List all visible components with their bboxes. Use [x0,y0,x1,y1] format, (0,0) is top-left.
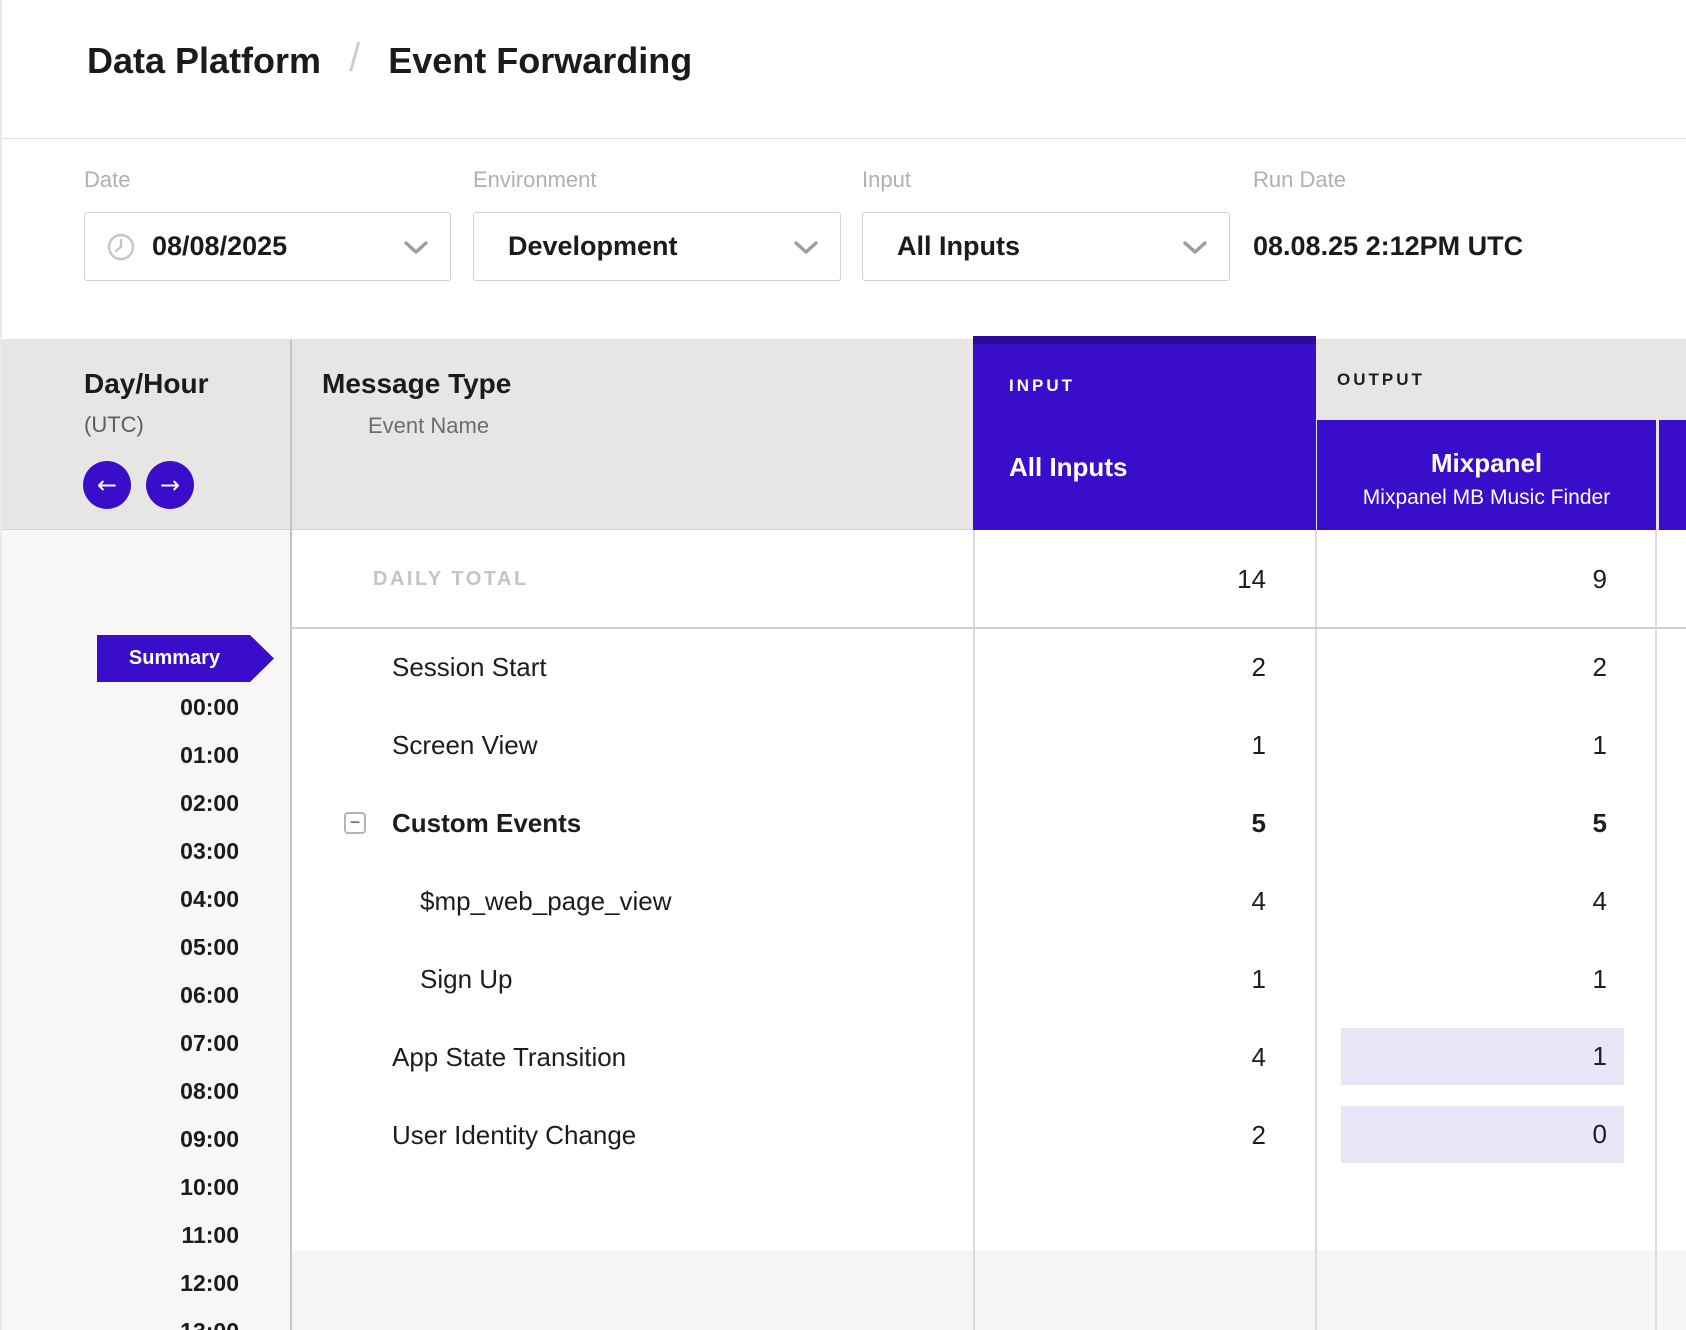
output-count: 5 [1317,784,1607,862]
event-group-label[interactable]: Custom Events [392,784,581,862]
output-column-header-mixpanel[interactable]: Mixpanel Mixpanel MB Music Finder [1317,420,1656,530]
date-dropdown[interactable]: 08/08/2025 [84,212,451,281]
hour-row-04[interactable]: 04:00 [2,875,239,923]
input-value: All Inputs [897,231,1020,262]
hour-row-13[interactable]: 13:00 [2,1307,239,1330]
hour-row-03[interactable]: 03:00 [2,827,239,875]
environment-filter-label: Environment [473,167,597,193]
input-column-title: All Inputs [1009,452,1316,483]
page-title: Event Forwarding [388,40,692,82]
chevron-down-icon [404,241,428,255]
date-filter-label: Date [84,167,130,193]
event-label: $mp_web_page_view [420,862,672,940]
event-name-subheader: Event Name [368,413,489,439]
table-row: App State Transition 4 1 [292,1018,1686,1096]
hour-row-11[interactable]: 11:00 [2,1211,239,1259]
event-forwarding-page: Data Platform / Event Forwarding Date En… [0,0,1686,1330]
input-count: 4 [974,862,1266,940]
input-count: 2 [974,628,1266,706]
input-section-label: INPUT [1009,376,1316,396]
environment-value: Development [508,231,678,262]
table-row-custom-events: − Custom Events 5 5 [292,784,1686,862]
event-label: Sign Up [420,940,513,1018]
chevron-down-icon [794,241,818,255]
input-count: 2 [974,1096,1266,1174]
output-count: 4 [1317,862,1607,940]
hour-row-08[interactable]: 08:00 [2,1067,239,1115]
hour-row-01[interactable]: 01:00 [2,731,239,779]
run-date-label: Run Date [1253,167,1346,193]
arrow-right-icon: → [160,471,180,499]
input-count: 1 [974,940,1266,1018]
daily-total-label: DAILY TOTAL [373,530,529,628]
output-connection-name: Mixpanel MB Music Finder [1317,486,1656,510]
breadcrumb: Data Platform / Event Forwarding [87,38,692,83]
environment-dropdown[interactable]: Development [473,212,841,281]
output-section-label: OUTPUT [1337,370,1425,390]
hour-row-07[interactable]: 07:00 [2,1019,239,1067]
input-count: 4 [974,1018,1266,1096]
breadcrumb-separator: / [349,36,360,81]
output-count: 2 [1317,628,1607,706]
daily-total-input-count: 14 [974,530,1266,628]
day-hour-timezone: (UTC) [84,412,144,438]
input-count: 5 [974,784,1266,862]
output-count: 1 [1317,940,1607,1018]
arrow-left-icon: ← [97,471,117,499]
hour-row-09[interactable]: 09:00 [2,1115,239,1163]
event-label: Screen View [392,706,538,784]
hour-row-10[interactable]: 10:00 [2,1163,239,1211]
table-row: Session Start 2 2 [292,628,1686,706]
daily-total-row: DAILY TOTAL 14 9 [292,530,1686,628]
clock-icon [107,233,135,261]
output-count-highlighted: 1 [1341,1028,1624,1085]
input-dropdown[interactable]: All Inputs [862,212,1230,281]
summary-row-marker[interactable]: Summary [97,635,274,682]
table-row: User Identity Change 2 0 [292,1096,1686,1174]
breadcrumb-section[interactable]: Data Platform [87,40,321,82]
message-type-column-header: Message Type [322,368,511,400]
hour-row-05[interactable]: 05:00 [2,923,239,971]
output-column-header-partial [1659,420,1686,530]
hour-row-02[interactable]: 02:00 [2,779,239,827]
table-row: Screen View 1 1 [292,706,1686,784]
input-count: 1 [974,706,1266,784]
day-hour-column-header: Day/Hour [84,368,208,400]
table-row: Sign Up 1 1 [292,940,1686,1018]
daily-total-output-count: 9 [1317,530,1607,628]
input-column-header: INPUT All Inputs [973,336,1316,530]
table-row: $mp_web_page_view 4 4 [292,862,1686,940]
run-date-value: 08.08.25 2:12PM UTC [1253,231,1523,262]
input-filter-label: Input [862,167,911,193]
collapse-minus-icon[interactable]: − [344,812,366,834]
page-header: Data Platform / Event Forwarding [2,0,1686,139]
hour-row-12[interactable]: 12:00 [2,1259,239,1307]
event-label: Session Start [392,628,547,706]
chevron-down-icon [1183,241,1207,255]
event-label: App State Transition [392,1018,626,1096]
next-day-button[interactable]: → [146,461,194,509]
table-footer-area [292,1251,1686,1330]
output-name: Mixpanel [1317,448,1656,478]
hour-row-00[interactable]: 00:00 [2,683,239,731]
output-count-highlighted: 0 [1341,1106,1624,1163]
output-count: 1 [1317,706,1607,784]
previous-day-button[interactable]: ← [83,461,131,509]
date-value: 08/08/2025 [152,231,287,262]
event-label: User Identity Change [392,1096,636,1174]
hour-row-06[interactable]: 06:00 [2,971,239,1019]
